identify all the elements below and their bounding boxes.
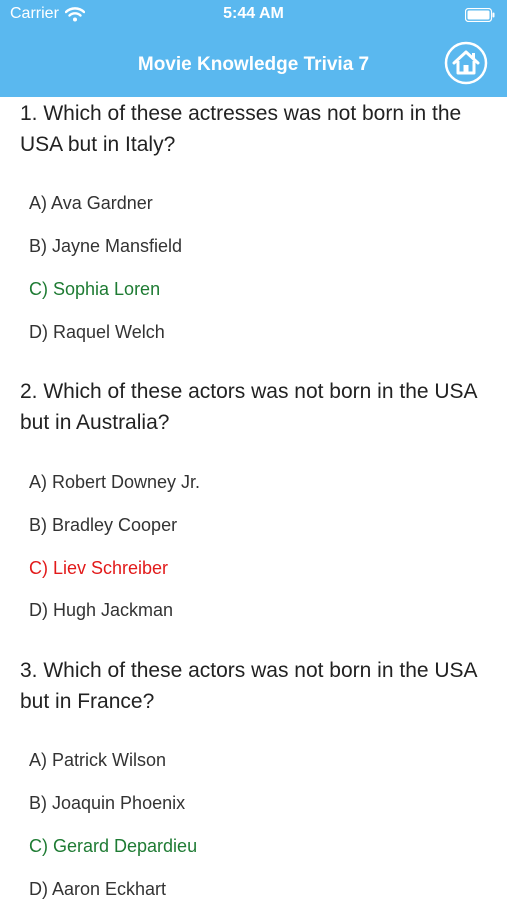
- answer-option[interactable]: C) Liev Schreiber: [29, 557, 168, 579]
- answer-option[interactable]: C) Sophia Loren: [29, 278, 160, 300]
- home-button[interactable]: [444, 41, 488, 85]
- answer-option[interactable]: A) Patrick Wilson: [29, 749, 166, 771]
- question-text: 2. Which of these actors was not born in…: [20, 380, 477, 434]
- question-text: 1. Which of these actresses was not born…: [20, 102, 462, 156]
- answer-option[interactable]: D) Raquel Welch: [29, 321, 165, 343]
- answer-option[interactable]: C) Gerard Depardieu: [29, 835, 197, 857]
- answer-option[interactable]: A) Robert Downey Jr.: [29, 471, 200, 493]
- navigation-header: Carrier 5:44 AM Movie Knowledge Trivia 7: [0, 0, 507, 97]
- status-bar: Carrier 5:44 AM: [0, 0, 507, 30]
- question-text: 3. Which of these actors was not born in…: [20, 659, 477, 713]
- status-time: 5:44 AM: [223, 5, 284, 22]
- answer-option[interactable]: A) Ava Gardner: [29, 192, 153, 214]
- answer-option[interactable]: D) Hugh Jackman: [29, 599, 173, 621]
- answer-option[interactable]: B) Joaquin Phoenix: [29, 792, 185, 814]
- home-icon: [444, 41, 488, 85]
- page-title: Movie Knowledge Trivia 7: [137, 54, 370, 75]
- battery-icon: [465, 8, 495, 22]
- answer-option[interactable]: D) Aaron Eckhart: [29, 878, 166, 900]
- answer-option[interactable]: B) Jayne Mansfield: [29, 235, 182, 257]
- answer-option[interactable]: B) Bradley Cooper: [29, 514, 177, 536]
